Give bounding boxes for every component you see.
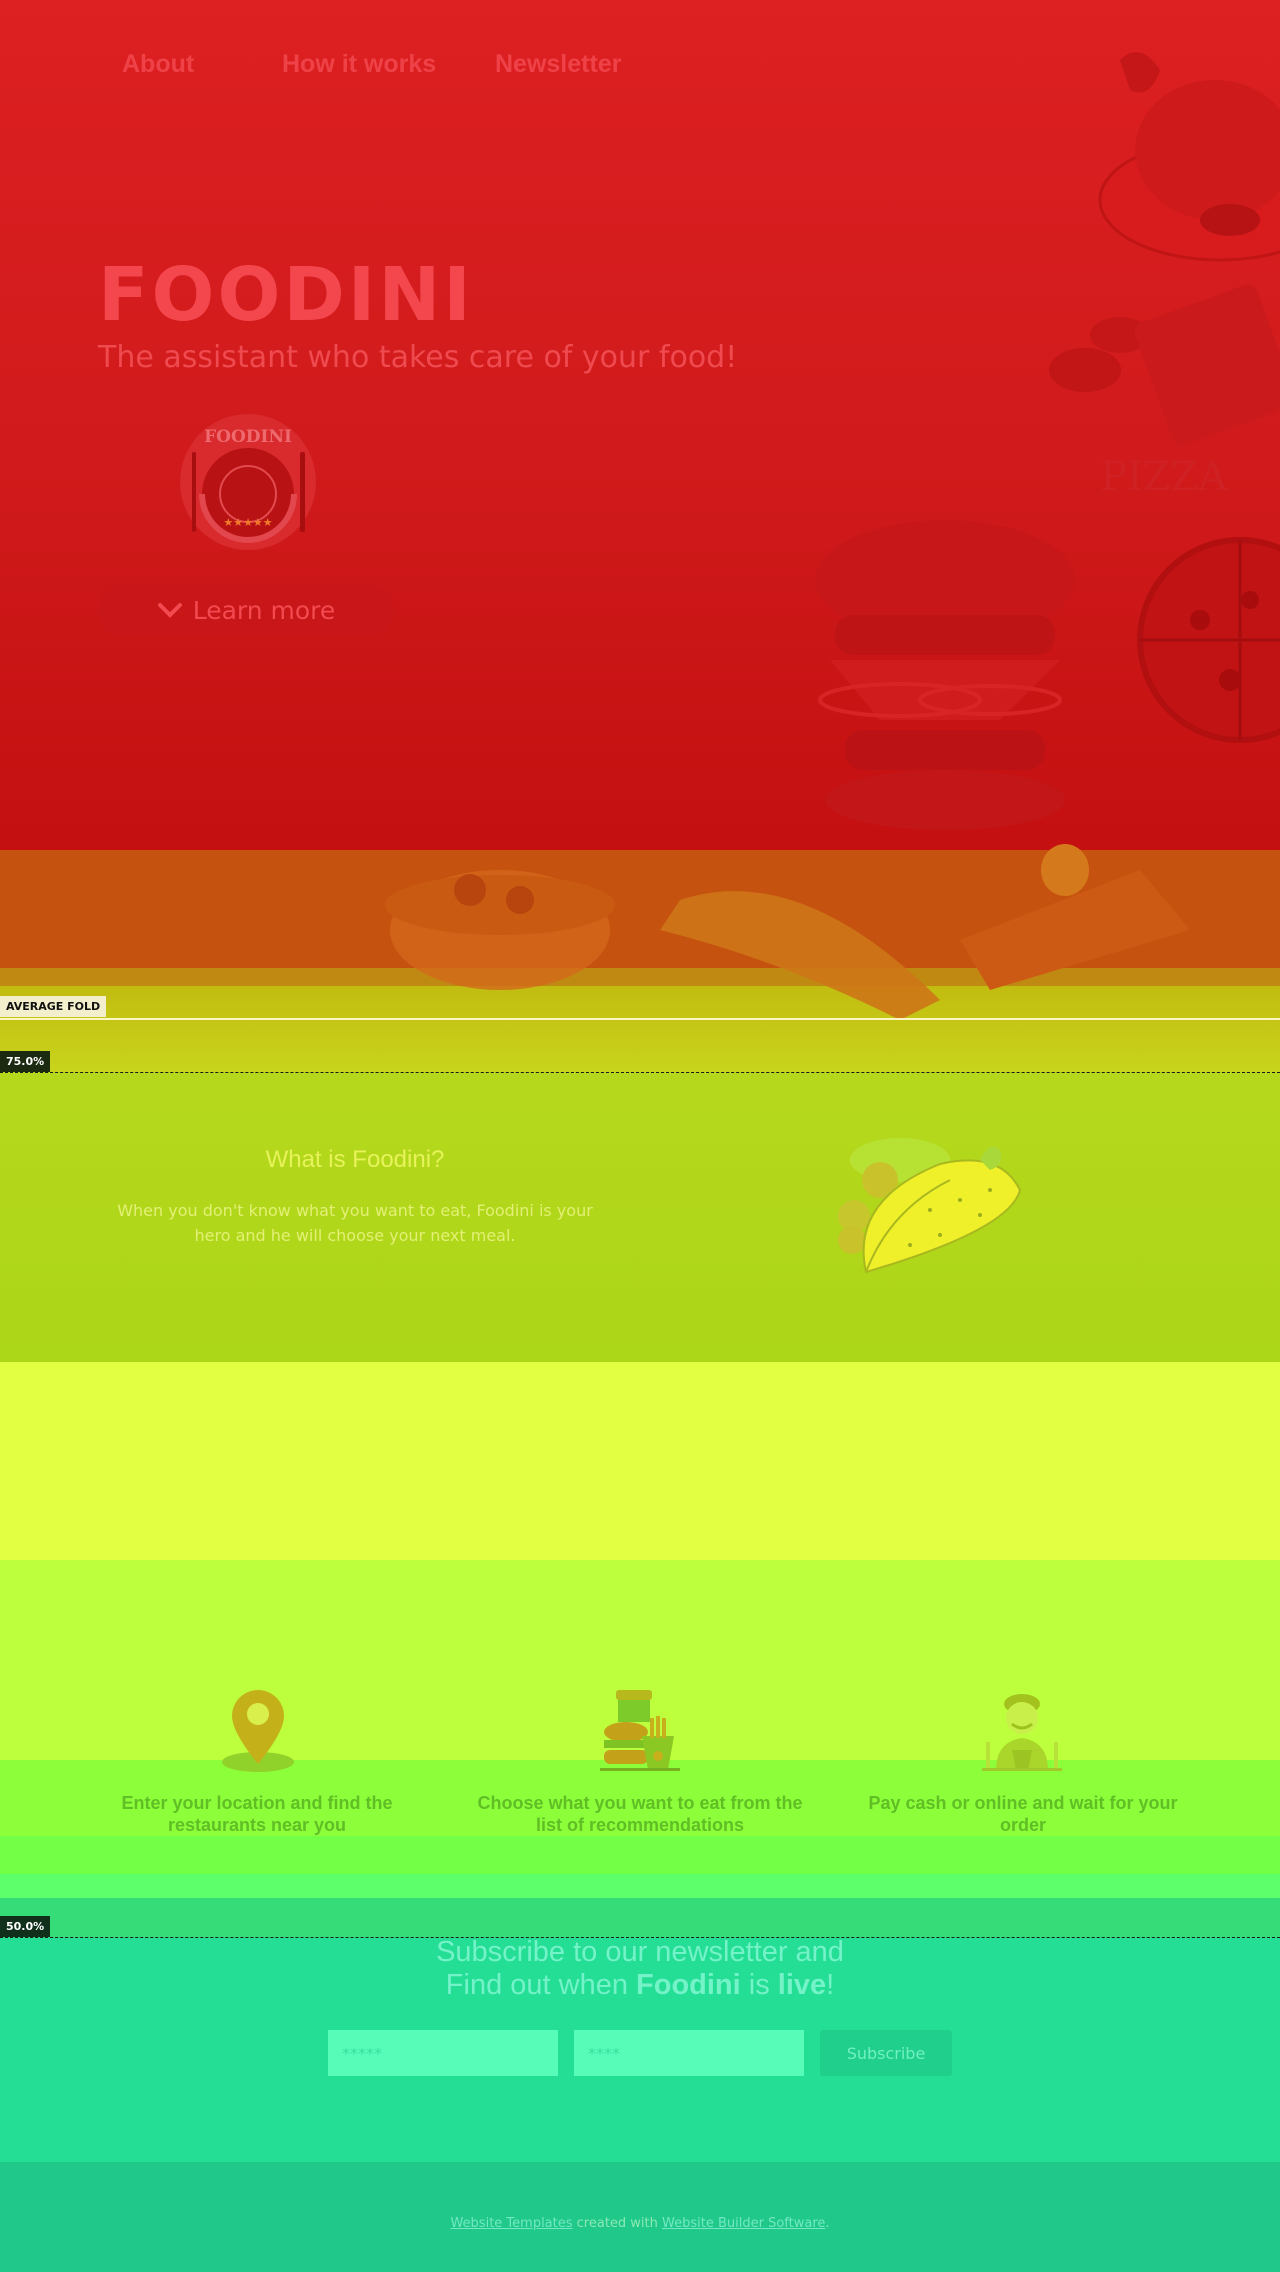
- about-text: When you don't know what you want to eat…: [117, 1201, 593, 1245]
- newsletter-title: Subscribe to our newsletter and Find out…: [0, 1936, 1280, 2002]
- location-pin-icon: [222, 1690, 294, 1772]
- newsletter-name-input[interactable]: [328, 2030, 558, 2076]
- newsletter-title-line2: Find out when Foodini is live!: [0, 1969, 1280, 2002]
- heat-band: [0, 1362, 1280, 1560]
- waiter-icon: [982, 1694, 1062, 1771]
- taco-illustration: [838, 1138, 1022, 1274]
- heat-band: [0, 850, 1280, 968]
- newsletter-title-text: is: [740, 1969, 778, 2001]
- chevron-down-icon: [157, 596, 183, 625]
- about-title: What is Foodini?: [265, 1146, 445, 1173]
- heat-band: [0, 968, 1280, 986]
- average-fold-line: [0, 1018, 1280, 1020]
- newsletter-title-text: !: [826, 1969, 835, 2001]
- step-pay-text: Pay cash or online and wait for your ord…: [868, 1793, 1178, 1835]
- logo: FOODINI ★★★★★: [180, 414, 316, 550]
- fold-75-label: 75.0%: [0, 1051, 51, 1072]
- logo-text: FOODINI: [204, 427, 292, 447]
- heat-band: [0, 1898, 1280, 1938]
- nav-about[interactable]: About: [122, 50, 194, 79]
- svg-text:★★★★★: ★★★★★: [223, 516, 272, 529]
- heat-band: [0, 1874, 1280, 1898]
- footer-link-templates[interactable]: Website Templates: [450, 2216, 572, 2231]
- step-location-text: Enter your location and find the restaur…: [121, 1793, 393, 1835]
- nav-how-it-works[interactable]: How it works: [282, 50, 436, 79]
- newsletter-live: live: [777, 1969, 827, 2001]
- heat-band: [0, 986, 1280, 1072]
- newsletter-title-line1: Subscribe to our newsletter and: [436, 1936, 844, 1968]
- learn-more-button[interactable]: Learn more: [98, 584, 394, 636]
- footer-text-end: .: [825, 2216, 830, 2231]
- newsletter-title-text: Find out when: [445, 1969, 637, 2001]
- page-title: FOODINI: [98, 252, 474, 338]
- fold-75-line: [0, 1072, 1280, 1073]
- footer-link-builder[interactable]: Website Builder Software: [662, 2216, 825, 2231]
- newsletter-email-input[interactable]: [574, 2030, 804, 2076]
- footer-text: created with: [572, 2216, 663, 2231]
- subscribe-button[interactable]: Subscribe: [820, 2030, 952, 2076]
- fast-food-icon: [600, 1690, 680, 1771]
- newsletter-brand: Foodini: [636, 1969, 741, 2001]
- nav-newsletter[interactable]: Newsletter: [495, 50, 621, 79]
- fold-50-label: 50.0%: [0, 1916, 51, 1937]
- heat-band: [0, 1836, 1280, 1874]
- footer-credit: Website Templates created with Website B…: [0, 2216, 1280, 2231]
- hero-tagline: The assistant who takes care of your foo…: [98, 340, 738, 375]
- learn-more-label: Learn more: [192, 595, 336, 625]
- step-choose-text: Choose what you want to eat from the lis…: [477, 1793, 803, 1835]
- average-fold-label: AVERAGE FOLD: [0, 996, 107, 1017]
